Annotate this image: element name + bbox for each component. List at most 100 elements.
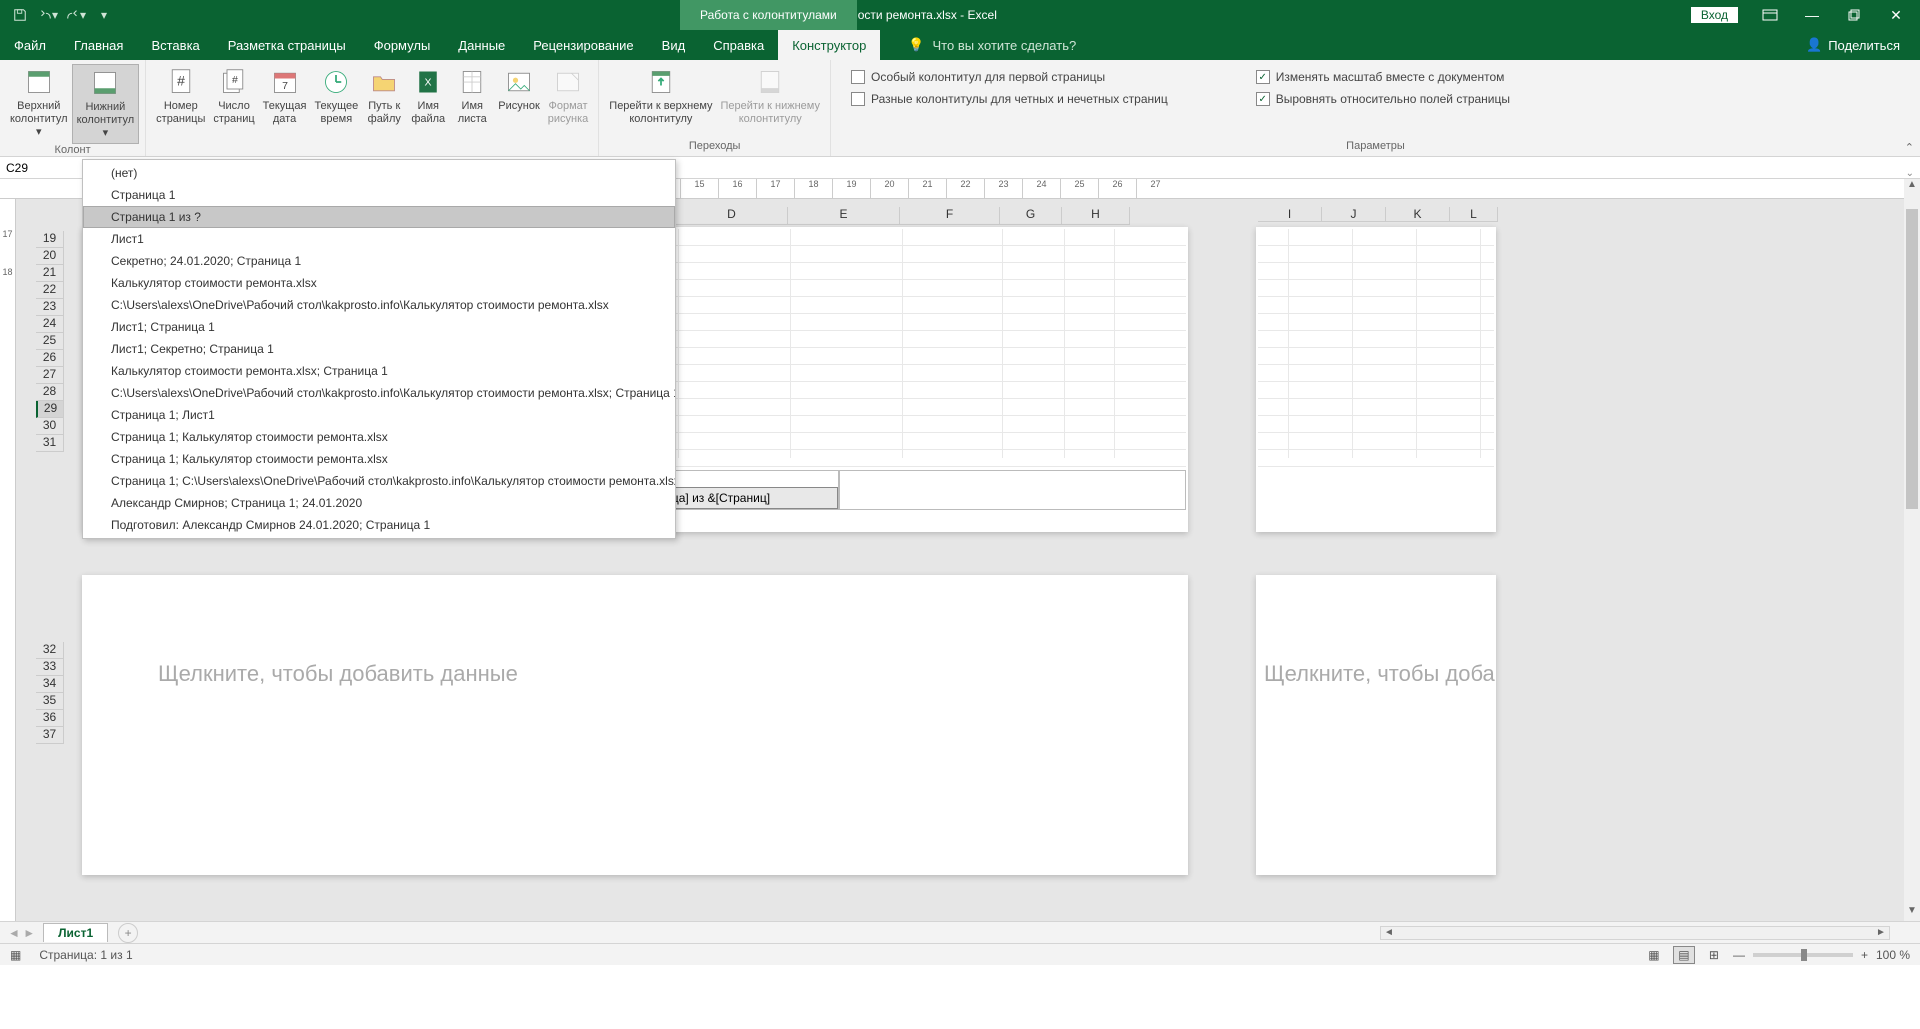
scroll-down-icon[interactable]: ▼ [1904, 905, 1920, 921]
column-header[interactable]: H [1062, 207, 1130, 225]
minimize-button[interactable]: — [1792, 0, 1832, 30]
row-header[interactable]: 21 [36, 265, 64, 282]
tab-layout[interactable]: Разметка страницы [214, 30, 360, 60]
checkbox-scale[interactable]: ✓Изменять масштаб вместе с документом [1256, 70, 1510, 84]
header-button[interactable]: Верхний колонтитул ▾ [6, 64, 72, 142]
add-sheet-button[interactable]: + [118, 923, 138, 943]
file-name-button[interactable]: X Имяфайла [406, 64, 450, 128]
row-header[interactable]: 37 [36, 727, 64, 744]
view-normal-button[interactable]: ▦ [1643, 946, 1665, 964]
dropdown-item[interactable]: C:\Users\alexs\OneDrive\Рабочий стол\kak… [83, 382, 675, 404]
row-header[interactable]: 27 [36, 367, 64, 384]
row-header[interactable]: 34 [36, 676, 64, 693]
dropdown-item[interactable]: Лист1; Секретно; Страница 1 [83, 338, 675, 360]
record-macro-icon[interactable]: ▦ [10, 948, 21, 962]
page-1-right[interactable] [1256, 227, 1496, 532]
view-pagebreak-button[interactable]: ⊞ [1703, 946, 1725, 964]
row-header[interactable]: 36 [36, 710, 64, 727]
dropdown-item[interactable]: Лист1 [83, 228, 675, 250]
goto-header-button[interactable]: Перейти к верхнемуколонтитулу [605, 64, 716, 128]
sheet-tab-1[interactable]: Лист1 [43, 923, 108, 942]
column-header[interactable]: D [676, 207, 788, 225]
checkbox-first-page[interactable]: Особый колонтитул для первой страницы [851, 70, 1168, 84]
undo-icon[interactable]: ▾ [36, 3, 60, 27]
view-pagelayout-button[interactable]: ▤ [1673, 946, 1695, 964]
row-header[interactable]: 31 [36, 435, 64, 452]
dropdown-item[interactable]: Страница 1; Калькулятор стоимости ремонт… [83, 448, 675, 470]
current-date-button[interactable]: 7 Текущаядата [259, 64, 311, 128]
horizontal-scrollbar[interactable]: ◄ ► [1380, 926, 1890, 940]
footer-right-box[interactable] [839, 470, 1186, 510]
tab-formulas[interactable]: Формулы [360, 30, 445, 60]
scroll-right-icon[interactable]: ► [1873, 927, 1889, 939]
page-2-right[interactable]: Щелкните, чтобы доба [1256, 575, 1496, 875]
dropdown-item[interactable]: Подготовил: Александр Смирнов 24.01.2020… [83, 514, 675, 536]
page-count-button[interactable]: # Числостраниц [209, 64, 258, 128]
share-button[interactable]: 👤 Поделиться [1806, 30, 1920, 60]
picture-button[interactable]: Рисунок [494, 64, 544, 115]
dropdown-item[interactable]: Лист1; Страница 1 [83, 316, 675, 338]
dropdown-item[interactable]: Страница 1; C:\Users\alexs\OneDrive\Рабо… [83, 470, 675, 492]
row-header[interactable]: 28 [36, 384, 64, 401]
footer-preset-dropdown[interactable]: (нет)Страница 1Страница 1 из ?Лист1 Секр… [82, 159, 676, 539]
current-time-button[interactable]: Текущеевремя [310, 64, 362, 128]
checkbox-odd-even[interactable]: Разные колонтитулы для четных и нечетных… [851, 92, 1168, 106]
column-header[interactable]: E [788, 207, 900, 225]
page-2[interactable]: Щелкните, чтобы добавить данные [82, 575, 1188, 875]
scroll-left-icon[interactable]: ◄ [1381, 927, 1397, 939]
row-header[interactable]: 20 [36, 248, 64, 265]
scroll-up-icon[interactable]: ▲ [1904, 179, 1920, 195]
sheet-name-button[interactable]: Имялиста [450, 64, 494, 128]
dropdown-item[interactable]: Страница 1; Калькулятор стоимости ремонт… [83, 426, 675, 448]
zoom-in-button[interactable]: + [1861, 948, 1868, 962]
row-header[interactable]: 25 [36, 333, 64, 350]
save-icon[interactable] [8, 3, 32, 27]
dropdown-item[interactable]: Страница 1; Лист1 [83, 404, 675, 426]
column-header[interactable]: J [1322, 207, 1386, 222]
dropdown-item[interactable]: Калькулятор стоимости ремонта.xlsx [83, 272, 675, 294]
tab-home[interactable]: Главная [60, 30, 137, 60]
vertical-scrollbar[interactable]: ▲ ▼ [1904, 179, 1920, 921]
row-header[interactable]: 35 [36, 693, 64, 710]
login-button[interactable]: Вход [1691, 7, 1738, 23]
column-header[interactable]: G [1000, 207, 1062, 225]
tab-data[interactable]: Данные [444, 30, 519, 60]
tab-help[interactable]: Справка [699, 30, 778, 60]
close-button[interactable]: ✕ [1876, 0, 1916, 30]
qat-customize-icon[interactable]: ▾ [92, 3, 116, 27]
row-header[interactable]: 32 [36, 642, 64, 659]
zoom-slider[interactable] [1753, 953, 1853, 957]
zoom-level[interactable]: 100 % [1876, 948, 1910, 962]
scroll-thumb[interactable] [1906, 209, 1918, 509]
dropdown-item[interactable]: Страница 1 из ? [83, 206, 675, 228]
tab-file[interactable]: Файл [0, 30, 60, 60]
page2-prompt[interactable]: Щелкните, чтобы добавить данные [158, 661, 518, 687]
footer-button[interactable]: Нижний колонтитул ▾ [72, 64, 140, 144]
row-header[interactable]: 19 [36, 231, 64, 248]
column-header[interactable]: L [1450, 207, 1498, 222]
tab-review[interactable]: Рецензирование [519, 30, 647, 60]
row-header[interactable]: 24 [36, 316, 64, 333]
file-path-button[interactable]: Путь кфайлу [362, 64, 406, 128]
column-header[interactable]: I [1258, 207, 1322, 222]
dropdown-item[interactable]: Калькулятор стоимости ремонта.xlsx; Стра… [83, 360, 675, 382]
collapse-ribbon-icon[interactable]: ⌃ [1905, 141, 1914, 154]
page-number-button[interactable]: # Номерстраницы [152, 64, 209, 128]
dropdown-item[interactable]: Страница 1 [83, 184, 675, 206]
sheet-nav[interactable]: ◄ ► [0, 926, 43, 940]
dropdown-item[interactable]: Секретно; 24.01.2020; Страница 1 [83, 250, 675, 272]
ribbon-display-icon[interactable] [1750, 0, 1790, 30]
page2-prompt-right[interactable]: Щелкните, чтобы доба [1264, 661, 1495, 687]
row-header[interactable]: 22 [36, 282, 64, 299]
dropdown-item[interactable]: C:\Users\alexs\OneDrive\Рабочий стол\kak… [83, 294, 675, 316]
row-header[interactable]: 26 [36, 350, 64, 367]
maximize-button[interactable] [1834, 0, 1874, 30]
row-header[interactable]: 30 [36, 418, 64, 435]
tell-me-search[interactable]: 💡 Что вы хотите сделать? [880, 30, 1076, 60]
redo-icon[interactable]: ▾ [64, 3, 88, 27]
tab-design[interactable]: Конструктор [778, 30, 880, 60]
row-header[interactable]: 33 [36, 659, 64, 676]
column-header[interactable]: F [900, 207, 1000, 225]
zoom-out-button[interactable]: — [1733, 948, 1745, 962]
expand-formula-icon[interactable]: ⌄ [1906, 168, 1914, 179]
